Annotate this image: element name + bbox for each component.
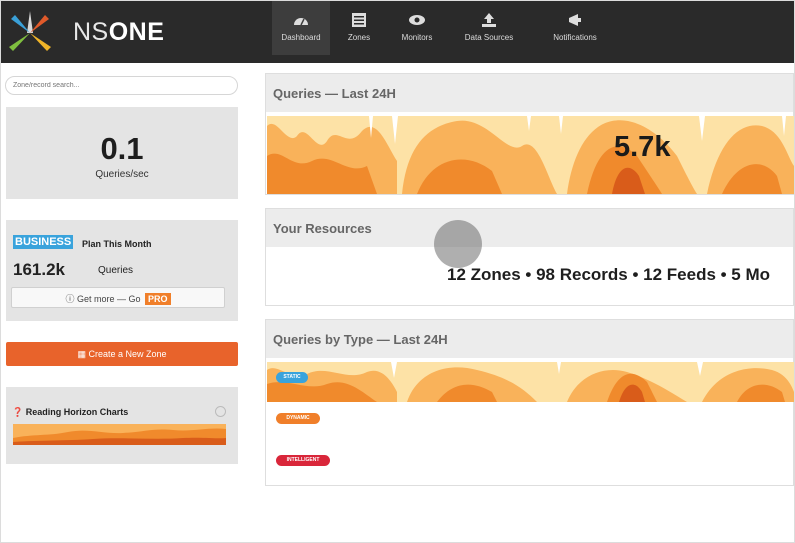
- nsone-logo: [9, 11, 51, 51]
- create-zone-button[interactable]: ▦ Create a New Zone: [6, 342, 238, 366]
- top-navbar: NSONE Dashboard Zones Monitors Data Sour…: [1, 1, 794, 63]
- your-resources-title: Your Resources: [266, 209, 793, 247]
- nav-zones[interactable]: Zones: [330, 1, 388, 55]
- queries-by-type-card: Queries by Type — Last 24H STATIC DYNAMI…: [265, 319, 794, 486]
- static-horizon-chart: [267, 362, 794, 402]
- queries-per-sec-panel: 0.1 Queries/sec: [6, 107, 238, 199]
- touch-cursor-indicator: [434, 220, 482, 268]
- get-more-label: Get more — Go: [76, 294, 141, 304]
- create-zone-label: Create a New Zone: [88, 349, 167, 359]
- qps-label: Queries/sec: [95, 169, 149, 180]
- brand-light-text: NS: [73, 18, 109, 46]
- get-more-pro-button[interactable]: ⓘ Get more — Go PRO: [11, 287, 225, 308]
- your-resources-card: Your Resources 12 Zones • 98 Records • 1…: [265, 208, 794, 306]
- monitors-eye-icon: [409, 15, 425, 25]
- brand-bold-text: ONE: [108, 18, 165, 46]
- horizon-example-chart: [13, 424, 226, 445]
- plan-usage-panel: BUSINESS Plan This Month 161.2k Queries …: [6, 220, 238, 321]
- zone-record-search-input[interactable]: [5, 76, 238, 95]
- nav-notifications[interactable]: Notifications: [532, 1, 618, 55]
- zones-list-icon: [352, 13, 366, 27]
- queries-24h-value: 5.7k: [614, 131, 671, 163]
- queries-24h-title: Queries — Last 24H: [266, 74, 793, 112]
- pro-badge: PRO: [145, 293, 171, 305]
- question-circle-icon: ❓: [12, 407, 24, 417]
- add-zone-icon: ▦: [77, 349, 86, 359]
- intelligent-type-badge: INTELLIGENT: [276, 455, 330, 466]
- nav-label: Data Sources: [464, 33, 514, 42]
- queries-by-type-title: Queries by Type — Last 24H: [266, 320, 793, 358]
- business-plan-badge: BUSINESS: [13, 235, 74, 249]
- queries-horizon-chart: [267, 116, 794, 194]
- nav-data-sources[interactable]: Data Sources: [446, 1, 532, 55]
- static-type-badge: STATIC: [276, 372, 308, 383]
- resources-summary: 12 Zones • 98 Records • 12 Feeds • 5 Mo: [447, 265, 771, 284]
- main-nav: Dashboard Zones Monitors Data Sources No…: [272, 1, 618, 63]
- horizon-help-label: Reading Horizon Charts: [25, 407, 129, 417]
- plan-queries-label: Queries: [98, 265, 134, 276]
- reading-horizon-panel: ❓ Reading Horizon Charts: [6, 387, 238, 464]
- nav-label: Dashboard: [281, 33, 321, 42]
- qps-value: 0.1: [100, 131, 144, 166]
- nav-dashboard[interactable]: Dashboard: [272, 1, 330, 55]
- nav-label: Zones: [347, 33, 371, 42]
- nav-monitors[interactable]: Monitors: [388, 1, 446, 55]
- nav-label: Monitors: [401, 33, 433, 42]
- dynamic-type-badge: DYNAMIC: [276, 413, 320, 424]
- dashboard-gauge-icon: [294, 18, 308, 26]
- plan-queries-value: 161.2k: [13, 260, 65, 279]
- settings-gear-icon[interactable]: [215, 406, 226, 417]
- page-bottom-area: [1, 506, 794, 542]
- nav-label: Notifications: [553, 33, 597, 42]
- data-sources-upload-icon: [482, 13, 496, 27]
- brand-name: NSONE: [73, 18, 164, 47]
- browser-frame: NSONE Dashboard Zones Monitors Data Sour…: [0, 0, 795, 543]
- notifications-megaphone-icon: [569, 14, 581, 26]
- queries-24h-card: Queries — Last 24H 5.7k: [265, 73, 794, 195]
- plan-title: Plan This Month: [82, 239, 152, 249]
- info-circle-icon: ⓘ: [65, 294, 75, 304]
- horizon-help-title[interactable]: ❓ Reading Horizon Charts: [12, 407, 128, 418]
